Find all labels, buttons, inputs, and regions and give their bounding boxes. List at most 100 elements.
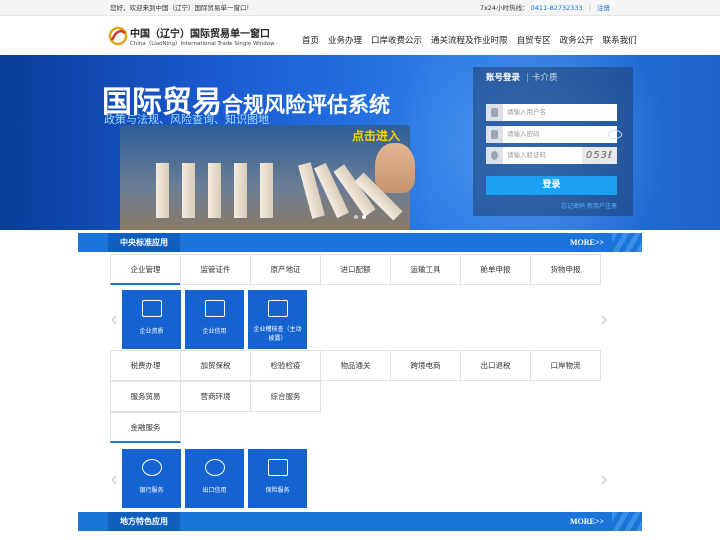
hotline-number: 0411-82732333 — [530, 4, 583, 12]
section-stripes — [612, 233, 642, 252]
password-field[interactable]: 请输入密码 — [486, 126, 617, 143]
header: 中国（辽宁）国际贸易单一窗口 China（LiaoNing）Internatio… — [0, 17, 720, 55]
tab-supervision-cert[interactable]: 监管证件 — [180, 254, 251, 285]
yuan-coin-icon — [142, 459, 162, 476]
more-link-local[interactable]: MORE>> — [570, 512, 604, 531]
tab-card-login[interactable]: 卡介质 — [532, 67, 558, 89]
nav-port-fees[interactable]: 口岸收费公示 — [371, 34, 422, 46]
tab-finance[interactable]: 金融服务 — [110, 412, 181, 443]
document-shield-icon — [268, 300, 288, 317]
tabs-row-4: 金融服务 — [110, 412, 181, 443]
chevron-right-icon[interactable]: › — [600, 465, 610, 493]
tile-label: 保险服务 — [265, 487, 290, 494]
tab-export-refund[interactable]: 出口退税 — [460, 350, 531, 381]
handshake-icon — [205, 300, 225, 317]
top-separator: | — [588, 4, 591, 12]
login-tabs: 账号登录 | 卡介质 — [473, 67, 633, 89]
nav-free-trade[interactable]: 自贸专区 — [517, 34, 551, 46]
forgot-register-links[interactable]: 忘记密码 新用户注册 — [561, 201, 617, 210]
login-button[interactable]: 登录 — [486, 176, 617, 195]
domino-block — [260, 163, 273, 218]
welcome-text: 您好，欢迎来到中国（辽宁）国际贸易单一窗口! — [110, 4, 250, 12]
section-bar-local: 地方特色应用 MORE>> — [78, 512, 642, 531]
domino-block — [182, 163, 195, 218]
logo-title: 中国（辽宁）国际贸易单一窗口 — [130, 29, 270, 40]
tab-import-quota[interactable]: 进口配额 — [320, 254, 391, 285]
username-field[interactable]: 请输入用户名 — [486, 104, 617, 121]
tile-label: 企业信用 — [202, 328, 227, 335]
domino-block — [156, 163, 169, 218]
section-stripes — [612, 512, 642, 531]
password-placeholder: 请输入密码 — [507, 130, 540, 138]
chevron-left-icon[interactable]: ‹ — [110, 305, 120, 333]
tab-goods-declare[interactable]: 货物申报 — [530, 254, 601, 285]
hotline-label: 7x24小时热线： — [479, 4, 529, 12]
tab-processing-bonded[interactable]: 加贸保税 — [180, 350, 251, 381]
hand-figure — [375, 143, 415, 193]
site-logo[interactable]: 中国（辽宁）国际贸易单一窗口 China（LiaoNing）Internatio… — [108, 23, 278, 51]
tile-enterprise-qualification[interactable]: 企业资质 — [122, 290, 181, 349]
globe-shield-icon — [205, 459, 225, 476]
login-panel: 账号登录 | 卡介质 请输入用户名 请输入密码 请输入验证码 053ℓ 登录 忘… — [473, 67, 633, 216]
monitor-icon — [142, 300, 162, 317]
register-link[interactable]: 注册 — [597, 4, 610, 12]
nav-gov-affairs[interactable]: 政务公开 — [560, 34, 594, 46]
carousel-dot[interactable] — [362, 215, 366, 219]
tile-bank-service[interactable]: 银行服务 — [122, 449, 181, 508]
tile-enterprise-audit[interactable]: 企业稽核查（主动披露） — [248, 290, 307, 349]
tab-inspection[interactable]: 检验检疫 — [250, 350, 321, 381]
tab-manifest[interactable]: 舱单申报 — [460, 254, 531, 285]
carousel-dots — [354, 215, 366, 219]
tab-integrated-service[interactable]: 综合服务 — [250, 381, 321, 412]
section-title-central: 中央标准应用 — [108, 233, 180, 252]
nav-contact[interactable]: 联系我们 — [603, 34, 637, 46]
tiles-row-2: 银行服务 出口信用 保险服务 — [122, 449, 307, 508]
login-tab-separator: | — [526, 73, 529, 83]
tab-origin-cert[interactable]: 原产地证 — [250, 254, 321, 285]
tab-port-logistics[interactable]: 口岸物流 — [530, 350, 601, 381]
captcha-placeholder: 请输入验证码 — [507, 151, 546, 159]
nav-clearance-process[interactable]: 通关流程及作业时限 — [431, 34, 508, 46]
main-nav: 首页 业务办理 口岸收费公示 通关流程及作业时限 自贸专区 政务公开 联系我们 — [302, 34, 637, 46]
section-bar-central: 中央标准应用 MORE>> — [78, 233, 642, 252]
logo-emblem-icon — [108, 26, 128, 46]
domino-block — [234, 163, 247, 218]
username-placeholder: 请输入用户名 — [507, 108, 546, 116]
tab-goods-clearance[interactable]: 物品通关 — [320, 350, 391, 381]
tile-export-credit[interactable]: 出口信用 — [185, 449, 244, 508]
nav-business[interactable]: 业务办理 — [328, 34, 362, 46]
more-link-central[interactable]: MORE>> — [570, 233, 604, 252]
tab-business-env[interactable]: 营商环境 — [180, 381, 251, 412]
tabs-row-2: 税费办理 加贸保税 检验检疫 物品通关 跨境电商 出口退税 口岸物流 — [110, 350, 601, 381]
captcha-image[interactable]: 053ℓ — [582, 147, 617, 164]
tabs-row-1: 企业管理 监管证件 原产地证 进口配额 运输工具 舱单申报 货物申报 — [110, 254, 601, 285]
chevron-left-icon[interactable]: ‹ — [110, 465, 120, 493]
chevron-right-icon[interactable]: › — [600, 305, 610, 333]
top-bar: 您好，欢迎来到中国（辽宁）国际贸易单一窗口! 7x24小时热线： 0411-82… — [0, 0, 720, 16]
tab-service-trade[interactable]: 服务贸易 — [110, 381, 181, 412]
tile-label: 企业资质 — [139, 328, 164, 335]
lock-icon — [486, 126, 503, 143]
carousel-dot[interactable] — [354, 215, 358, 219]
eye-icon[interactable] — [608, 130, 622, 139]
tile-insurance[interactable]: 保险服务 — [248, 449, 307, 508]
tab-cross-border[interactable]: 跨境电商 — [390, 350, 461, 381]
tab-account-login[interactable]: 账号登录 — [486, 67, 520, 89]
captcha-field[interactable]: 请输入验证码 053ℓ — [486, 147, 617, 164]
nav-home[interactable]: 首页 — [302, 34, 319, 46]
hand-safe-icon — [268, 459, 288, 476]
tile-enterprise-credit[interactable]: 企业信用 — [185, 290, 244, 349]
banner-subtitle: 政策与法规、风险查询、知识图地 — [104, 113, 269, 126]
tile-label: 企业稽核查（主动披露） — [253, 326, 302, 342]
tab-transport[interactable]: 运输工具 — [390, 254, 461, 285]
tab-enterprise-mgmt[interactable]: 企业管理 — [110, 254, 181, 285]
banner-enter-link[interactable]: 点击进入 — [352, 127, 400, 144]
user-icon — [486, 104, 503, 121]
logo-subtitle: China（LiaoNing）International Trade Singl… — [130, 41, 275, 47]
section-title-local: 地方特色应用 — [108, 512, 180, 531]
shield-icon — [486, 147, 503, 164]
domino-block — [208, 163, 221, 218]
tabs-row-3: 服务贸易 营商环境 综合服务 — [110, 381, 321, 412]
tiles-row-1: 企业资质 企业信用 企业稽核查（主动披露） — [122, 290, 307, 349]
tab-tax[interactable]: 税费办理 — [110, 350, 181, 381]
